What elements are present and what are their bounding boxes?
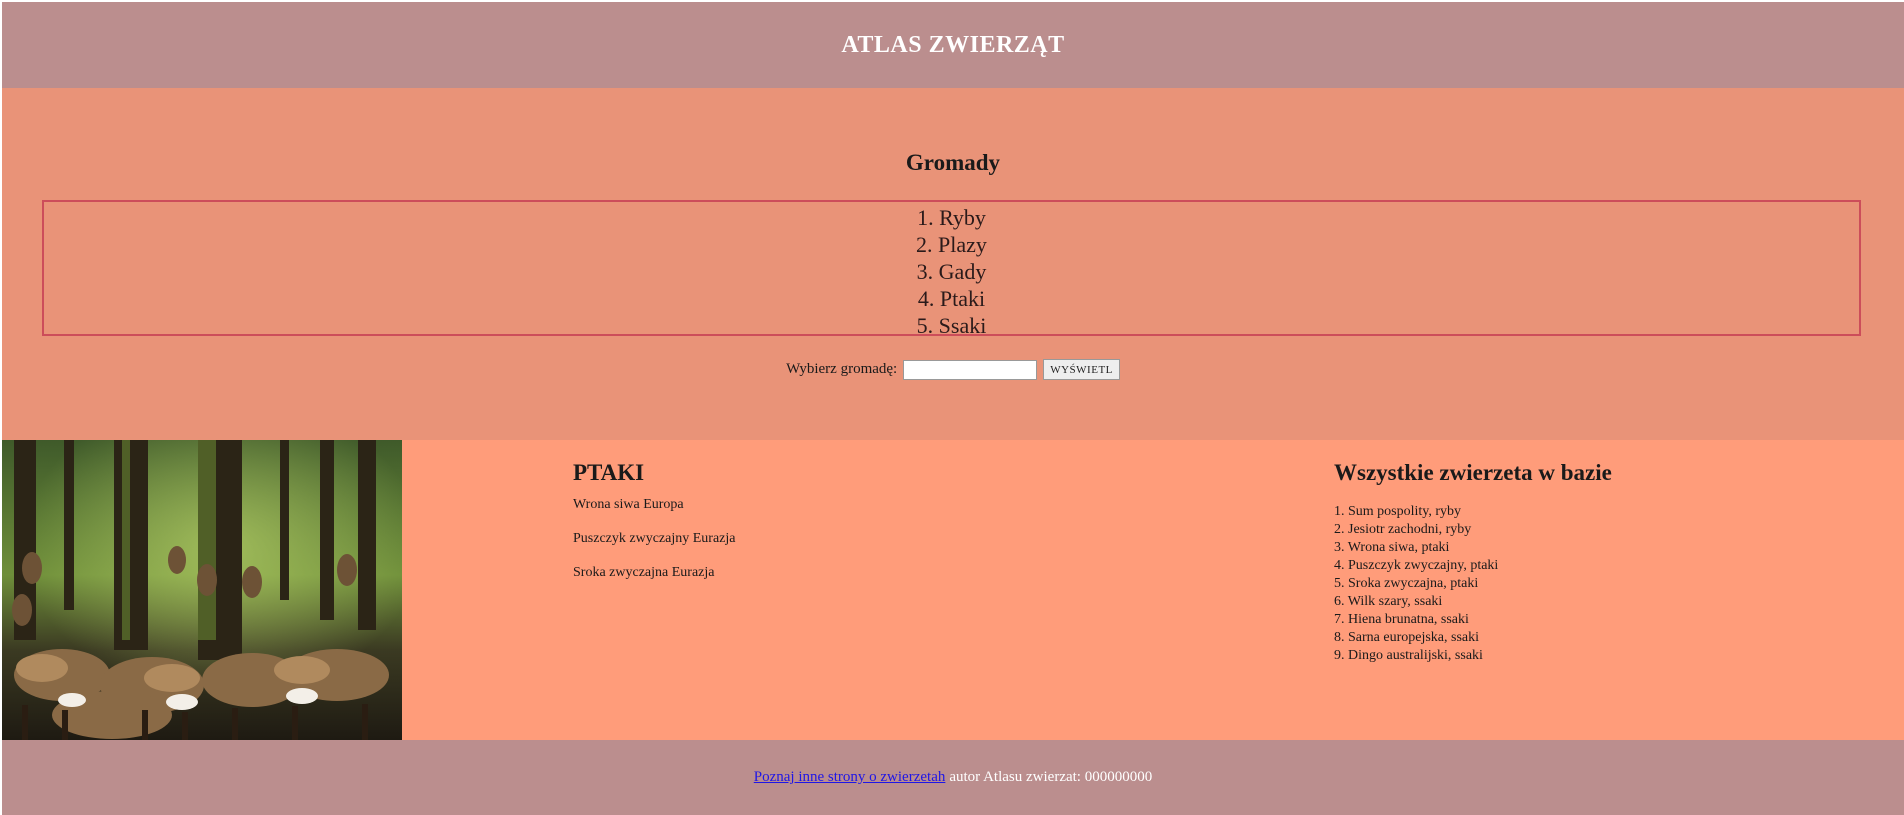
bird-item: Wrona siwa Europa [573,497,684,512]
classes-list: 1. Ryby 2. Plazy 3. Gady 4. Ptaki 5. Ssa… [44,202,1859,339]
animal-item: 3. Wrona siwa, ptaki [1334,540,1450,555]
class-item-gady: 3. Gady [916,259,987,284]
page: ATLAS ZWIERZĄT Gromady 1. Ryby 2. Plazy … [2,2,1904,815]
page-title: ATLAS ZWIERZĄT [841,31,1065,58]
class-input-label: Wybierz gromadę: [786,361,898,377]
class-item-plazy: 2. Plazy [916,232,987,257]
bird-item: Puszczyk zwyczajny Eurazja [573,531,736,546]
class-item-ssaki: 5. Ssaki [916,313,987,338]
bird-item: Sroka zwyczajna Eurazja [573,565,715,580]
birds-heading: PTAKI [573,460,645,485]
class-item-ptaki: 4. Ptaki [917,286,986,311]
other-animal-sites-link[interactable]: Poznaj inne strony o zwierzetah [754,769,946,786]
classes-list-box: 1. Ryby 2. Plazy 3. Gady 4. Ptaki 5. Ssa… [42,200,1861,339]
author-text: autor Atlasu zwierzat: 000000000 [949,769,1153,785]
animal-item: 4. Puszczyk zwyczajny, ptaki [1334,558,1499,573]
classes-section: Gromady 1. Ryby 2. Plazy 3. Gady 4. Ptak… [2,88,1904,440]
classes-heading: Gromady [905,150,1001,175]
animal-item: 8. Sarna europejska, ssaki [1334,630,1480,645]
class-number-input[interactable] [903,359,1038,380]
animal-item: 2. Jesiotr zachodni, ryby [1334,522,1472,537]
show-button[interactable]: WYŚWIETL [1043,359,1120,380]
deer-photo [2,440,402,740]
header: ATLAS ZWIERZĄT [2,2,1904,88]
content-section: PTAKI Wrona siwa Europa Puszczyk zwyczaj… [2,440,1904,740]
all-animals-heading: Wszystkie zwierzeta w bazie [1334,460,1612,485]
animal-item: 5. Sroka zwyczajna, ptaki [1334,576,1479,591]
class-select-form: Wybierz gromadę: WYŚWIETL [2,359,1904,380]
animal-item: 6. Wilk szary, ssaki [1334,594,1443,609]
animal-item: 1. Sum pospolity, ryby [1334,504,1462,519]
all-animals-section: Wszystkie zwierzeta w bazie 1. Sum pospo… [1334,460,1854,665]
class-item-ryby: 1. Ryby [917,205,986,230]
all-animals-list: 1. Sum pospolity, ryby 2. Jesiotr zachod… [1334,503,1854,665]
footer: Poznaj inne strony o zwierzetah autor At… [2,740,1904,815]
animal-item: 9. Dingo australijski, ssaki [1334,648,1483,663]
birds-section: PTAKI Wrona siwa Europa Puszczyk zwyczaj… [573,460,1073,598]
animal-item: 7. Hiena brunatna, ssaki [1334,612,1469,627]
